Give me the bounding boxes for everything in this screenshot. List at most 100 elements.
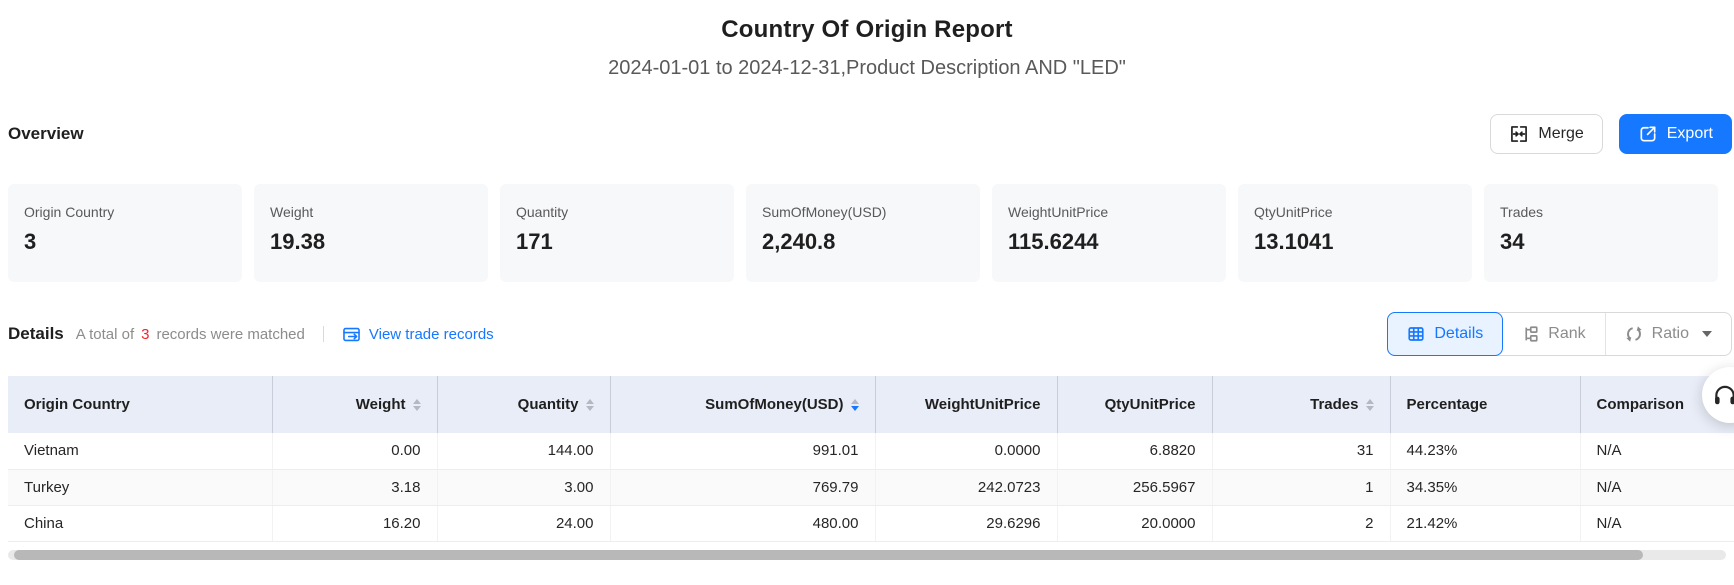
cell-comparison: N/A — [1580, 505, 1734, 541]
column-label: Quantity — [518, 396, 579, 413]
stat-card-label: WeightUnitPrice — [1008, 204, 1210, 220]
stat-card-label: Quantity — [516, 204, 718, 220]
stat-card: SumOfMoney(USD) 2,240.8 — [746, 184, 980, 282]
cell-percentage: 44.23% — [1390, 433, 1580, 469]
table-row: Turkey3.183.00769.79242.0723256.5967134.… — [8, 469, 1734, 505]
cell-percentage: 34.35% — [1390, 469, 1580, 505]
cell-origin_country: China — [8, 505, 272, 541]
column-header-sum_of_money_usd[interactable]: SumOfMoney(USD) — [610, 376, 875, 433]
column-label: SumOfMoney(USD) — [705, 396, 843, 413]
sort-icon — [413, 399, 421, 411]
cell-qty_unit_price: 6.8820 — [1057, 433, 1212, 469]
table-header-row: Origin Country Weight Quantity SumOfMone… — [8, 376, 1734, 433]
tab-ratio[interactable]: Ratio — [1605, 313, 1731, 355]
table-row: Vietnam0.00144.00991.010.00006.88203144.… — [8, 433, 1734, 469]
column-header-percentage: Percentage — [1390, 376, 1580, 433]
page-subtitle: 2024-01-01 to 2024-12-31,Product Descrip… — [0, 57, 1734, 80]
cell-weight_unit_price: 29.6296 — [875, 505, 1057, 541]
column-label: Comparison — [1597, 396, 1685, 413]
cell-quantity: 144.00 — [437, 433, 610, 469]
cell-weight: 16.20 — [272, 505, 437, 541]
cell-trades: 1 — [1212, 469, 1390, 505]
cell-weight: 0.00 — [272, 433, 437, 469]
column-header-trades[interactable]: Trades — [1212, 376, 1390, 433]
tab-rank[interactable]: Rank — [1502, 313, 1604, 355]
stat-card: Weight 19.38 — [254, 184, 488, 282]
stat-card-value: 19.38 — [270, 229, 472, 255]
sort-asc-caret-icon — [413, 399, 421, 404]
stat-card-label: Weight — [270, 204, 472, 220]
cell-percentage: 21.42% — [1390, 505, 1580, 541]
cell-qty_unit_price: 20.0000 — [1057, 505, 1212, 541]
cell-quantity: 24.00 — [437, 505, 610, 541]
stat-card-value: 171 — [516, 229, 718, 255]
column-header-origin_country: Origin Country — [8, 376, 272, 433]
sort-icon — [1366, 399, 1374, 411]
export-icon — [1638, 124, 1658, 144]
overview-toolbar: Overview Merge Export — [8, 114, 1732, 154]
stat-card-label: Trades — [1500, 204, 1702, 220]
sort-asc-caret-icon — [1366, 399, 1374, 404]
horizontal-scrollbar-thumb[interactable] — [14, 550, 1643, 560]
cell-comparison: N/A — [1580, 469, 1734, 505]
cell-comparison: N/A — [1580, 433, 1734, 469]
merge-button[interactable]: Merge — [1490, 114, 1602, 154]
stat-card: QtyUnitPrice 13.1041 — [1238, 184, 1472, 282]
cell-weight_unit_price: 0.0000 — [875, 433, 1057, 469]
table-row: China16.2024.00480.0029.629620.0000221.4… — [8, 505, 1734, 541]
cell-trades: 31 — [1212, 433, 1390, 469]
export-button-label: Export — [1667, 125, 1713, 143]
sort-asc-caret-icon — [851, 399, 859, 404]
sort-desc-caret-icon — [851, 406, 859, 411]
cell-trades: 2 — [1212, 505, 1390, 541]
sort-icon — [586, 399, 594, 411]
column-label: Weight — [356, 396, 406, 413]
column-label: Origin Country — [24, 396, 130, 413]
stat-cards: Origin Country 3 Weight 19.38 Quantity 1… — [8, 184, 1718, 282]
merge-button-label: Merge — [1538, 125, 1583, 143]
view-mode-switch: Details Rank Ratio — [1387, 312, 1732, 356]
cell-origin_country: Vietnam — [8, 433, 272, 469]
total-prefix: A total of — [76, 326, 134, 343]
stat-card-value: 2,240.8 — [762, 229, 964, 255]
ratio-sync-icon — [1625, 325, 1643, 343]
cell-sum_of_money_usd: 991.01 — [610, 433, 875, 469]
column-label: QtyUnitPrice — [1105, 396, 1196, 413]
cell-origin_country: Turkey — [8, 469, 272, 505]
total-suffix: records were matched — [156, 326, 304, 343]
view-trade-records-link[interactable]: View trade records — [342, 325, 494, 344]
details-table-wrap: Origin Country Weight Quantity SumOfMone… — [8, 376, 1734, 542]
column-header-weight[interactable]: Weight — [272, 376, 437, 433]
column-header-qty_unit_price: QtyUnitPrice — [1057, 376, 1212, 433]
overview-heading: Overview — [8, 124, 84, 144]
details-summary: Details A total of 3 records were matche… — [8, 324, 494, 344]
sort-icon — [851, 399, 859, 411]
tab-details-label: Details — [1434, 325, 1483, 343]
sort-desc-caret-icon — [1366, 406, 1374, 411]
export-button[interactable]: Export — [1619, 114, 1732, 154]
column-header-quantity[interactable]: Quantity — [437, 376, 610, 433]
horizontal-scrollbar-track[interactable] — [8, 550, 1726, 560]
stat-card-value: 13.1041 — [1254, 229, 1456, 255]
column-header-weight_unit_price: WeightUnitPrice — [875, 376, 1057, 433]
stat-card-label: SumOfMoney(USD) — [762, 204, 964, 220]
cell-sum_of_money_usd: 769.79 — [610, 469, 875, 505]
matched-count: 3 — [141, 326, 149, 343]
stat-card: Trades 34 — [1484, 184, 1718, 282]
tab-details[interactable]: Details — [1387, 312, 1503, 356]
column-label: Percentage — [1407, 396, 1488, 413]
stat-card: WeightUnitPrice 115.6244 — [992, 184, 1226, 282]
divider — [323, 326, 324, 342]
stat-card: Quantity 171 — [500, 184, 734, 282]
stat-card-label: QtyUnitPrice — [1254, 204, 1456, 220]
column-label: WeightUnitPrice — [925, 396, 1041, 413]
rank-partition-icon — [1521, 325, 1539, 343]
stat-card-value: 115.6244 — [1008, 229, 1210, 255]
stat-card: Origin Country 3 — [8, 184, 242, 282]
cell-weight: 3.18 — [272, 469, 437, 505]
cell-quantity: 3.00 — [437, 469, 610, 505]
details-table: Origin Country Weight Quantity SumOfMone… — [8, 376, 1734, 542]
tab-ratio-label: Ratio — [1652, 325, 1689, 343]
sort-asc-caret-icon — [586, 399, 594, 404]
cell-qty_unit_price: 256.5967 — [1057, 469, 1212, 505]
